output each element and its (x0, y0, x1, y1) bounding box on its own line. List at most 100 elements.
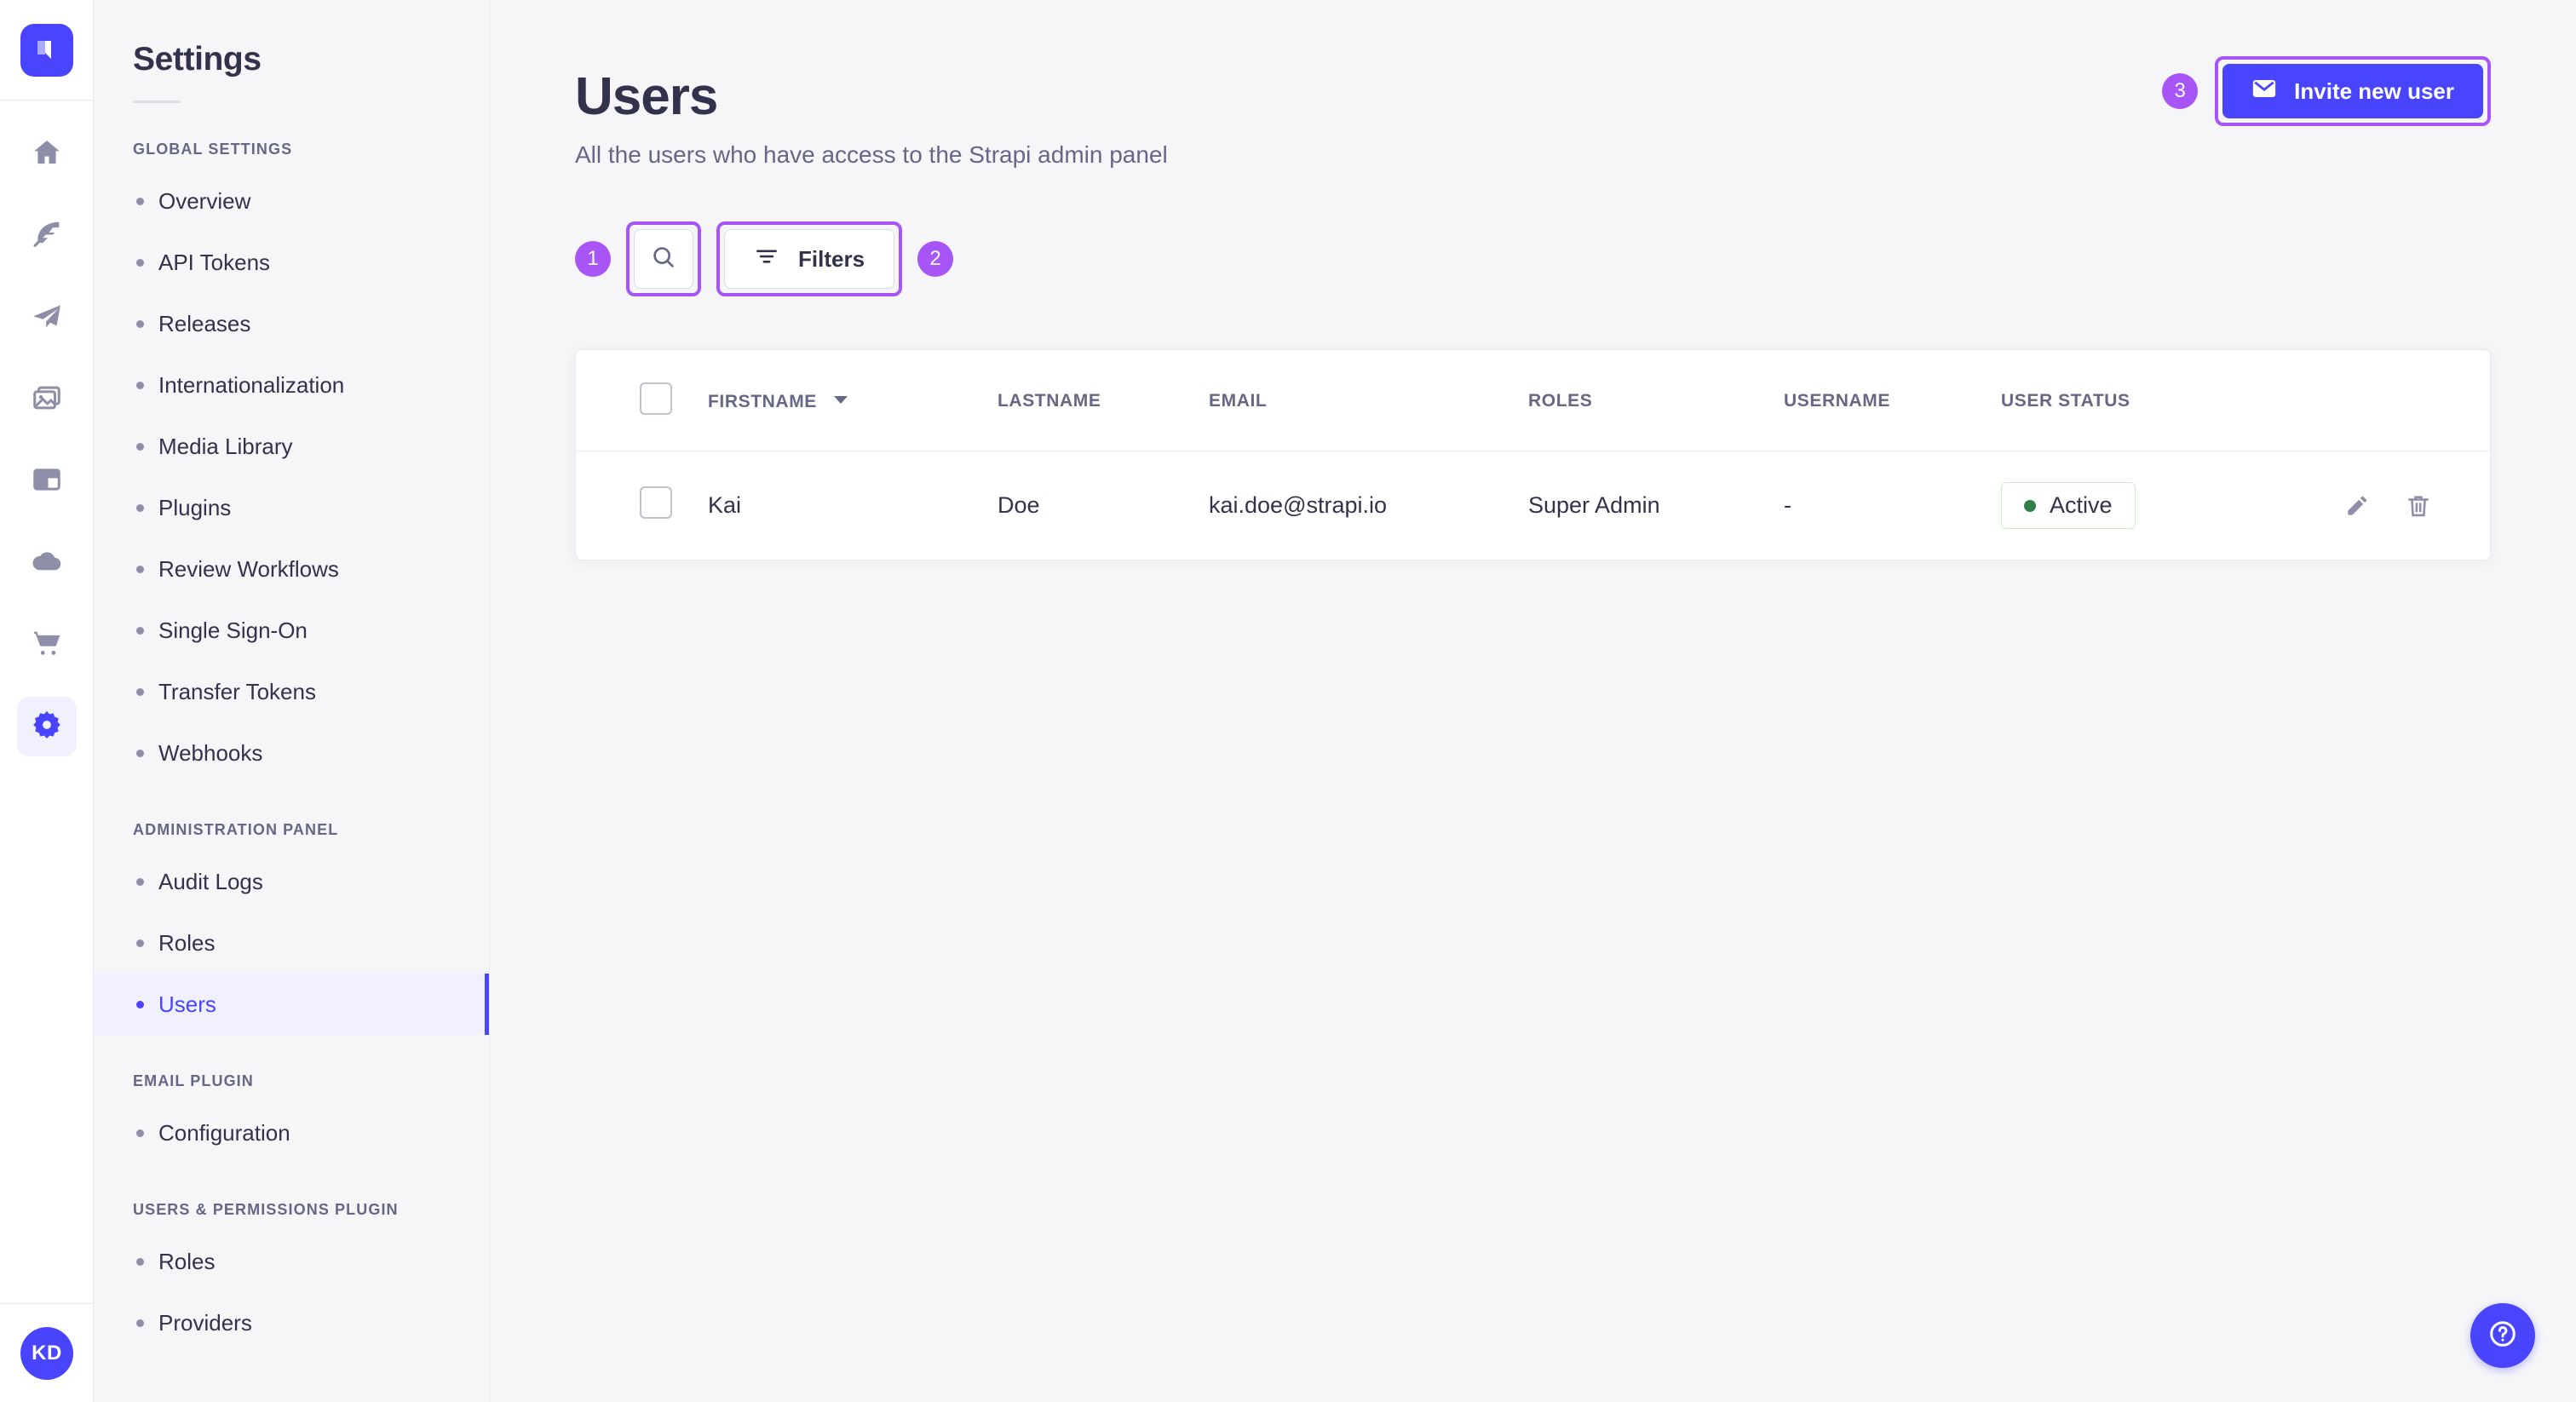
gear-icon (31, 709, 63, 745)
rail-footer: KD (0, 1303, 94, 1402)
sidebar-item-label: Plugins (158, 495, 231, 521)
search-button[interactable] (634, 229, 693, 289)
app-logo[interactable] (0, 0, 93, 101)
row-select-cell (576, 451, 708, 560)
sidebar-item-overview[interactable]: Overview (94, 170, 489, 232)
sidebar-item-label: Users (158, 991, 216, 1018)
bullet-icon (136, 504, 144, 512)
invite-new-user-button[interactable]: Invite new user (2222, 64, 2483, 118)
table-body: Kai Doe kai.doe@strapi.io Super Admin - … (576, 451, 2490, 560)
cell-username: - (1784, 451, 2001, 560)
bullet-icon (136, 939, 144, 947)
sidebar-item-internationalization[interactable]: Internationalization (94, 354, 489, 416)
header-roles[interactable]: ROLES (1528, 350, 1784, 451)
sidebar-item-api-tokens[interactable]: API Tokens (94, 232, 489, 293)
sidebar-item-users[interactable]: Users (94, 974, 489, 1035)
header-lastname[interactable]: LASTNAME (998, 350, 1209, 451)
sidebar-item-audit-logs[interactable]: Audit Logs (94, 851, 489, 912)
bullet-icon (136, 198, 144, 205)
header-firstname[interactable]: FIRSTNAME (708, 350, 998, 451)
row-checkbox[interactable] (640, 486, 672, 519)
rail-item-home[interactable] (17, 124, 77, 184)
sidebar-item-transfer-tokens[interactable]: Transfer Tokens (94, 661, 489, 722)
sidebar-item-roles-admin[interactable]: Roles (94, 912, 489, 974)
table-row[interactable]: Kai Doe kai.doe@strapi.io Super Admin - … (576, 451, 2490, 560)
annotation-badge-1: 1 (575, 241, 611, 277)
sidebar-item-single-sign-on[interactable]: Single Sign-On (94, 600, 489, 661)
sidebar-item-label: Audit Logs (158, 869, 263, 895)
status-label: Active (2050, 492, 2113, 519)
media-library-icon (31, 382, 63, 418)
sidebar-section-global-settings: GLOBAL SETTINGS (94, 103, 489, 158)
bullet-icon (136, 878, 144, 886)
sidebar-item-label: Webhooks (158, 740, 262, 767)
trash-icon[interactable] (2405, 492, 2432, 520)
rail-item-marketplace[interactable] (17, 615, 77, 675)
filters-label: Filters (798, 246, 865, 273)
sidebar-title: Settings (94, 0, 489, 78)
help-button[interactable] (2470, 1303, 2535, 1368)
sidebar-item-label: Media Library (158, 434, 293, 460)
cell-user-status: Active (2001, 451, 2316, 560)
sidebar-item-label: Roles (158, 930, 215, 957)
marketplace-cart-icon (31, 627, 63, 664)
status-badge: Active (2001, 482, 2136, 529)
bullet-icon (136, 320, 144, 328)
invite-area: 3 Invite new user (2162, 56, 2491, 126)
sidebar-item-plugins[interactable]: Plugins (94, 477, 489, 538)
sidebar-list-administration-panel: Audit Logs Roles Users (94, 851, 489, 1035)
sidebar-item-label: API Tokens (158, 250, 270, 276)
sidebar-item-media-library[interactable]: Media Library (94, 416, 489, 477)
invite-annotation-box: Invite new user (2215, 56, 2491, 126)
cell-actions (2316, 451, 2490, 560)
page-subtitle: All the users who have access to the Str… (575, 141, 2491, 169)
sidebar-item-webhooks[interactable]: Webhooks (94, 722, 489, 784)
rail-item-media-library[interactable] (17, 370, 77, 429)
annotation-badge-3: 3 (2162, 73, 2198, 109)
question-mark-icon (2487, 1318, 2519, 1354)
main-content: Users All the users who have access to t… (490, 0, 2576, 1402)
sidebar-item-label: Releases (158, 311, 250, 337)
rail-item-paper-plane[interactable] (17, 288, 77, 348)
header-actions (2316, 350, 2490, 451)
header-username[interactable]: USERNAME (1784, 350, 2001, 451)
filter-icon (754, 244, 779, 275)
icon-rail: KD (0, 0, 94, 1402)
sidebar-item-review-workflows[interactable]: Review Workflows (94, 538, 489, 600)
strapi-logo-icon (20, 24, 73, 77)
header-email[interactable]: EMAIL (1209, 350, 1528, 451)
rail-item-cloud[interactable] (17, 533, 77, 593)
rail-item-list (17, 124, 77, 756)
search-icon (650, 244, 677, 275)
bullet-icon (136, 1001, 144, 1008)
rail-item-settings[interactable] (17, 697, 77, 756)
sidebar-item-providers[interactable]: Providers (94, 1292, 489, 1353)
bullet-icon (136, 688, 144, 696)
avatar[interactable]: KD (20, 1327, 73, 1380)
cell-email: kai.doe@strapi.io (1209, 451, 1528, 560)
bullet-icon (136, 627, 144, 635)
settings-sidebar: Settings GLOBAL SETTINGS Overview API To… (94, 0, 490, 1402)
sidebar-item-configuration[interactable]: Configuration (94, 1102, 489, 1164)
sidebar-item-label: Internationalization (158, 372, 344, 399)
paper-plane-icon (31, 300, 63, 336)
filters-annotation-box: Filters (716, 221, 902, 296)
cell-lastname: Doe (998, 451, 1209, 560)
header-select-all (576, 350, 708, 451)
bullet-icon (136, 259, 144, 267)
sidebar-item-label: Transfer Tokens (158, 679, 316, 705)
header-firstname-label: FIRSTNAME (708, 392, 817, 411)
table-head: FIRSTNAME LASTNAME EMAIL ROLES USERNAME … (576, 350, 2490, 451)
home-icon (31, 136, 63, 173)
rail-item-content-type-builder[interactable] (17, 451, 77, 511)
filters-button[interactable]: Filters (724, 229, 894, 289)
sidebar-item-label: Roles (158, 1249, 215, 1275)
select-all-checkbox[interactable] (640, 382, 672, 415)
sidebar-item-roles-up[interactable]: Roles (94, 1231, 489, 1292)
rail-item-content-manager[interactable] (17, 206, 77, 266)
sidebar-section-administration-panel: ADMINISTRATION PANEL (94, 784, 489, 839)
pencil-icon[interactable] (2343, 492, 2371, 520)
sidebar-item-releases[interactable]: Releases (94, 293, 489, 354)
sidebar-item-label: Providers (158, 1310, 252, 1336)
header-user-status[interactable]: USER STATUS (2001, 350, 2316, 451)
